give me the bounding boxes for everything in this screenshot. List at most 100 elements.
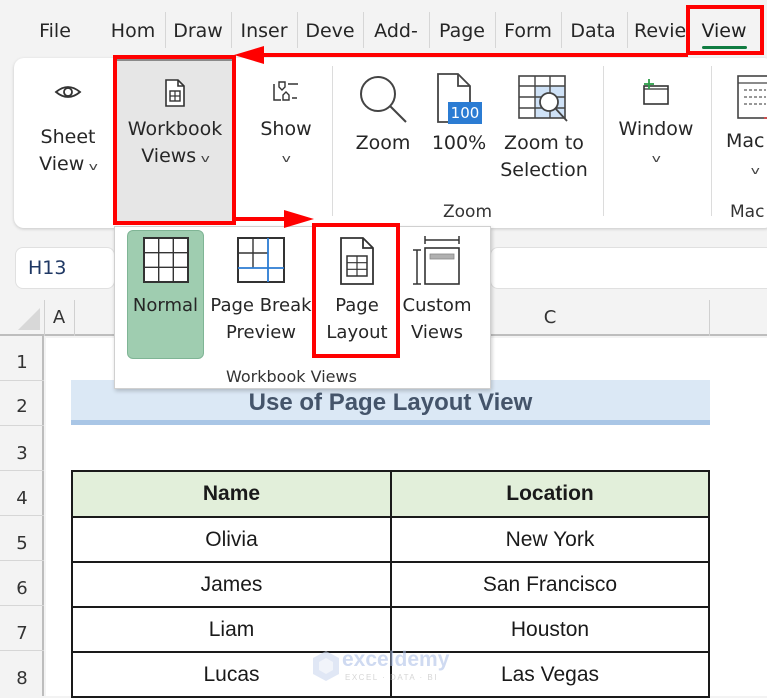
group-separator xyxy=(332,66,333,216)
show-button[interactable]: Show v xyxy=(248,78,324,172)
tab-separator xyxy=(627,12,628,48)
tab-developer[interactable]: Deve xyxy=(300,10,360,52)
window-button[interactable]: Window v xyxy=(612,78,700,172)
zoom-label: Zoom xyxy=(355,132,411,154)
sheet-view-label-1: Sheet xyxy=(40,126,96,148)
workbook-views-highlight xyxy=(113,55,236,225)
select-all-corner[interactable] xyxy=(18,308,40,330)
tab-data[interactable]: Data xyxy=(564,10,622,52)
tab-separator xyxy=(165,12,166,48)
normal-view-button[interactable]: Normal xyxy=(127,236,204,319)
page-break-icon xyxy=(237,237,285,283)
column-separator xyxy=(44,300,45,336)
name-box[interactable]: H13 xyxy=(15,247,115,289)
row-separator xyxy=(0,470,44,471)
show-shapes-icon xyxy=(273,81,298,101)
header-location[interactable]: Location xyxy=(390,470,710,518)
annotation-arrow-left-icon xyxy=(234,46,264,64)
chevron-down-icon: v xyxy=(750,164,760,177)
custom-views-label-1: Custom xyxy=(402,295,472,316)
chevron-down-icon: v xyxy=(281,152,291,165)
tab-separator xyxy=(231,12,232,48)
cell-name[interactable]: Olivia xyxy=(71,516,392,563)
header-name[interactable]: Name xyxy=(71,470,392,518)
tab-separator xyxy=(495,12,496,48)
annotation-arrow-right-icon xyxy=(284,210,314,228)
row-separator xyxy=(0,560,44,561)
custom-views-button[interactable]: Custom Views xyxy=(398,236,476,346)
cell-name[interactable]: Liam xyxy=(71,606,392,653)
chevron-down-icon: v xyxy=(89,160,99,173)
tab-review[interactable]: Revie xyxy=(630,10,688,52)
page-break-label-2: Preview xyxy=(225,322,297,343)
row-header-1[interactable]: 1 xyxy=(0,352,44,373)
row-header-7[interactable]: 7 xyxy=(0,623,44,644)
exceldemy-logo-icon xyxy=(313,651,339,681)
row-separator xyxy=(0,650,44,651)
row-separator xyxy=(0,425,44,426)
normal-grid-icon xyxy=(142,237,189,283)
magnifier-icon xyxy=(360,76,407,123)
cell-name[interactable]: James xyxy=(71,561,392,608)
eye-icon xyxy=(54,86,82,98)
zoom-to-selection-button[interactable]: Zoom to Selection xyxy=(498,72,590,184)
tab-separator xyxy=(297,12,298,48)
row-separator xyxy=(0,605,44,606)
view-tab-highlight xyxy=(686,5,764,55)
macros-button[interactable]: Mac v xyxy=(726,72,767,184)
row-header-2[interactable]: 2 xyxy=(0,396,44,417)
new-window-icon xyxy=(643,79,669,105)
page-100-icon: 100 xyxy=(434,72,484,126)
table-row: James San Francisco xyxy=(71,561,710,608)
sheet-view-button[interactable]: Sheet View v xyxy=(26,78,110,180)
cell-location[interactable]: Houston xyxy=(390,606,710,653)
column-separator xyxy=(709,300,710,336)
window-label: Window xyxy=(618,118,694,140)
tab-separator xyxy=(429,12,430,48)
row-header-8[interactable]: 8 xyxy=(0,668,44,689)
tab-file[interactable]: File xyxy=(30,10,80,52)
tab-add-ins[interactable]: Add- xyxy=(366,10,426,52)
column-separator xyxy=(74,300,75,336)
row-header-4[interactable]: 4 xyxy=(0,488,44,509)
group-separator xyxy=(603,66,604,216)
cell-location[interactable]: New York xyxy=(390,516,710,563)
tab-draw[interactable]: Draw xyxy=(169,10,227,52)
tab-separator xyxy=(561,12,562,48)
formula-input[interactable] xyxy=(490,247,767,289)
table-row: Olivia New York xyxy=(71,516,710,563)
zoom-to-selection-label-1: Zoom to xyxy=(504,132,584,154)
column-header-c[interactable]: C xyxy=(520,300,580,336)
column-header-a[interactable]: A xyxy=(46,300,72,336)
row-header-6[interactable]: 6 xyxy=(0,578,44,599)
custom-views-icon xyxy=(413,236,460,285)
page-layout-highlight xyxy=(312,223,400,358)
tab-home[interactable]: Hom xyxy=(104,10,162,52)
show-label: Show xyxy=(260,118,312,140)
sheet-view-label-2: View v xyxy=(26,151,110,180)
table-row: Liam Houston xyxy=(71,606,710,653)
row-header-3[interactable]: 3 xyxy=(0,443,44,464)
page-break-preview-button[interactable]: Page Break Preview xyxy=(208,236,314,346)
custom-views-label-2: Views xyxy=(410,322,464,343)
zoom-to-selection-label-2: Selection xyxy=(500,159,588,181)
zoom-selection-icon xyxy=(518,75,568,122)
exceldemy-watermark: exceldemy EXCEL · DATA · BI xyxy=(312,648,457,688)
cell-location[interactable]: San Francisco xyxy=(390,561,710,608)
tab-formulas[interactable]: Form xyxy=(498,10,558,52)
annotation-arrow-line xyxy=(262,53,688,57)
tab-separator xyxy=(363,12,364,48)
row-header-5[interactable]: 5 xyxy=(0,533,44,554)
normal-view-label: Normal xyxy=(132,295,199,316)
tab-page-layout[interactable]: Page xyxy=(432,10,492,52)
table-header-row: Name Location xyxy=(71,470,710,518)
page-break-label-1: Page Break xyxy=(210,295,312,316)
zoom-100-label: 100% xyxy=(431,132,487,154)
ribbon-tab-bar: File Hom Draw Inser Deve Add- Page Form … xyxy=(0,0,767,56)
zoom-100-button[interactable]: 100 100% xyxy=(428,72,490,157)
group-separator xyxy=(711,66,712,216)
zoom-button[interactable]: Zoom xyxy=(352,72,414,157)
row-separator xyxy=(0,515,44,516)
annotation-arrow-line xyxy=(234,217,286,221)
workbook-views-group-label: Workbook Views xyxy=(226,367,357,386)
